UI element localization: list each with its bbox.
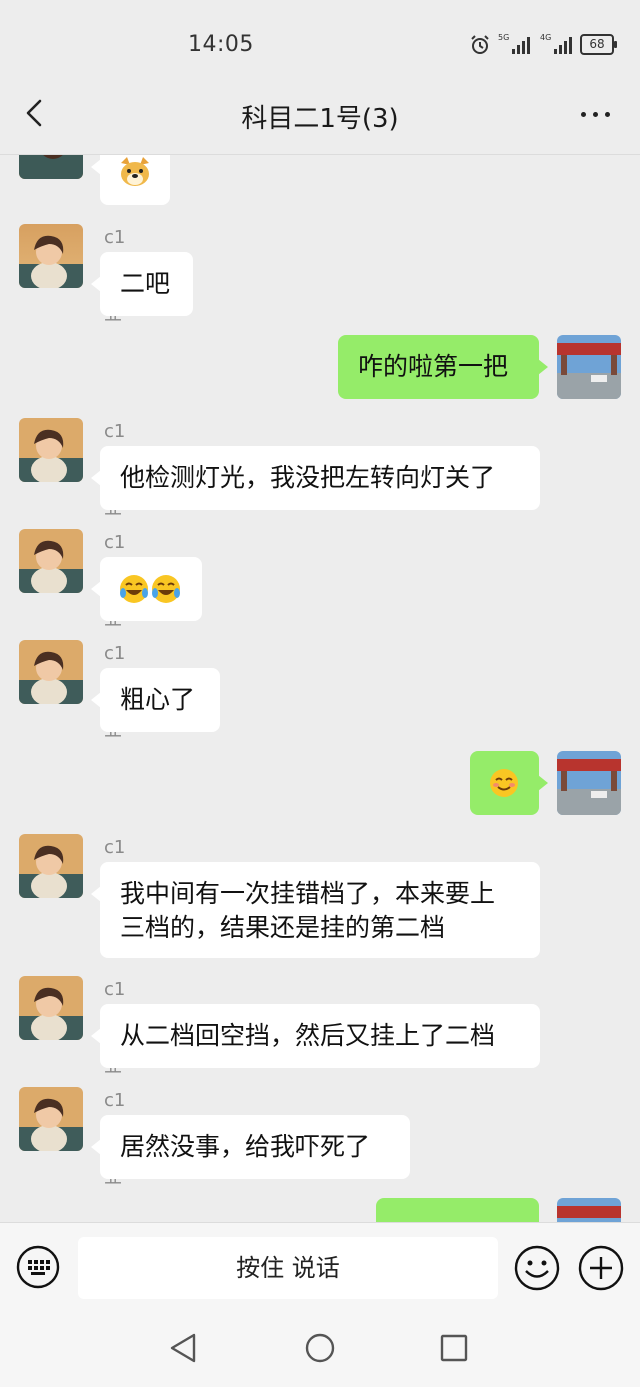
nav-home-icon[interactable] (304, 1332, 336, 1364)
signal-5g-icon: 5G (498, 33, 530, 54)
my-avatar[interactable] (557, 1198, 621, 1222)
emoji-bubble[interactable] (91, 557, 202, 621)
nav-back-icon[interactable] (168, 1332, 198, 1364)
message-bubble-sent[interactable]: 咋的啦第一把 (338, 335, 548, 399)
emoji-icon[interactable] (514, 1245, 560, 1291)
message-bubble[interactable]: 粗心了 (91, 668, 220, 732)
avatar[interactable] (19, 976, 83, 1040)
my-avatar[interactable] (557, 751, 621, 815)
avatar[interactable] (19, 529, 83, 593)
message-list[interactable]: c1李振业 二吧 咋的啦第一把 c1李振业 他检测灯光，我没把左转向灯关了 c1… (0, 155, 640, 1222)
avatar[interactable] (19, 418, 83, 482)
message-line: 三档的，结果还是挂的第二档 (120, 913, 446, 942)
emoji-bubble-sent[interactable] (470, 751, 548, 815)
message-bubble[interactable]: 从二档回空挡，然后又挂上了二档 (91, 1004, 540, 1068)
plus-icon[interactable] (578, 1245, 624, 1291)
message-bubble[interactable]: 他检测灯光，我没把左转向灯关了 (91, 446, 540, 510)
battery-icon: 68 (580, 34, 617, 55)
chat-header: 科目二1号(3) (0, 90, 640, 155)
more-options-icon[interactable] (581, 112, 610, 117)
status-icons: 5G 4G 68 (470, 33, 617, 55)
avatar[interactable] (19, 155, 83, 179)
signal-4g-icon: 4G (540, 33, 572, 54)
alarm-icon (471, 34, 489, 54)
message-bubble-sent[interactable]: … (376, 1198, 539, 1222)
input-bar: 按住 说话 (0, 1222, 640, 1313)
keyboard-icon[interactable] (16, 1245, 60, 1289)
my-avatar[interactable] (557, 335, 621, 399)
avatar[interactable] (19, 1087, 83, 1151)
message-bubble[interactable]: 二吧 (91, 252, 193, 316)
avatar[interactable] (19, 834, 83, 898)
avatar[interactable] (19, 640, 83, 704)
status-bar: 14:05 5G 4G 68 (0, 0, 640, 90)
hold-to-talk-button[interactable]: 按住 说话 (78, 1237, 498, 1299)
laughing-tears-emoji-icon (120, 575, 180, 603)
message-line: 我中间有一次挂错档了，本来要上 (120, 879, 496, 908)
emoji-bubble[interactable] (91, 155, 170, 205)
chat-title: 科目二1号(3) (241, 104, 399, 134)
status-time: 14:05 (188, 32, 254, 57)
avatar[interactable] (19, 224, 83, 288)
nav-recents-icon[interactable] (440, 1334, 468, 1362)
system-nav-bar (0, 1312, 640, 1387)
doge-emoji-icon (121, 157, 149, 186)
message-bubble[interactable]: 居然没事，给我吓死了 (91, 1115, 410, 1179)
blush-emoji-icon (490, 769, 518, 797)
message-bubble[interactable]: 我中间有一次挂错档了，本来要上 三档的，结果还是挂的第二档 (91, 862, 540, 958)
